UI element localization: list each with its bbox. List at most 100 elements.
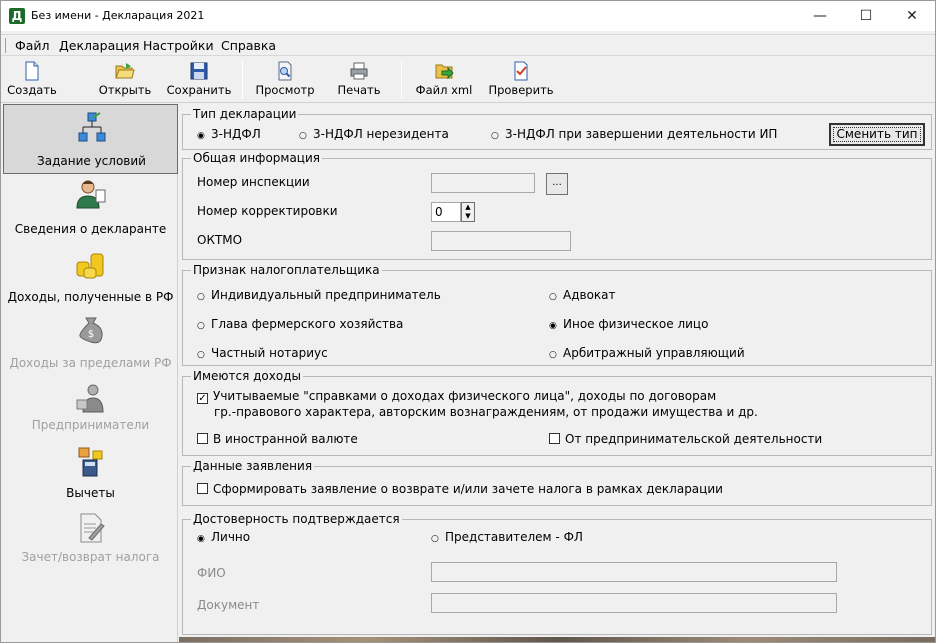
save-button[interactable]: Сохранить (164, 59, 234, 101)
income-main-checkbox[interactable]: ✓ Учитываемые "справками о доходах физиче… (197, 389, 716, 404)
preview-icon (278, 61, 292, 81)
minimize-button[interactable]: — (797, 1, 843, 31)
sidebar-item-income-abroad[interactable]: $ Доходы за пределами РФ (3, 310, 178, 380)
sidebar-label: Доходы, полученные в РФ (7, 290, 174, 304)
sidebar-label: Вычеты (66, 486, 115, 500)
radio-label: Индивидуальный предприниматель (211, 288, 441, 302)
business-income-checkbox[interactable]: От предпринимательской деятельности (549, 432, 822, 446)
entrepreneur-icon (76, 384, 104, 413)
application-group: Данные заявления Сформировать заявление … (182, 459, 932, 506)
check-document-icon (514, 61, 528, 81)
oktmo-label: ОКТМО (197, 233, 243, 247)
foreign-currency-checkbox[interactable]: В иностранной валюте (197, 432, 358, 446)
printer-icon (350, 62, 368, 80)
radio-lawyer[interactable]: ○ Адвокат (549, 288, 616, 302)
menu-declaration[interactable]: Декларация (59, 38, 139, 53)
radio-farm-head[interactable]: ○ Глава фермерского хозяйства (197, 317, 403, 331)
income-title: Имеются доходы (191, 369, 303, 383)
correction-input[interactable]: 0 (431, 202, 461, 222)
close-button[interactable]: ✕ (889, 1, 935, 31)
radio-unchecked-icon: ○ (549, 292, 557, 302)
radio-label: Арбитражный управляющий (563, 346, 745, 360)
menu-settings[interactable]: Настройки (143, 38, 214, 53)
tax-refund-icon (80, 513, 105, 543)
taxpayer-title: Признак налогоплательщика (191, 263, 382, 277)
fio-label: ФИО (197, 566, 226, 580)
radio-label: 3-НДФЛ при завершении деятельности ИП (505, 127, 778, 141)
income-main-line1: Учитываемые "справками о доходах физичес… (213, 389, 717, 403)
radio-notary[interactable]: ○ Частный нотариус (197, 346, 328, 360)
declaration-type-title: Тип декларации (191, 107, 299, 121)
radio-3ndfl[interactable]: ◉ 3-НДФЛ (197, 127, 261, 141)
radio-label: Представителем - ФЛ (445, 530, 583, 544)
radio-representative[interactable]: ○ Представителем - ФЛ (431, 530, 583, 544)
radio-unchecked-icon: ○ (491, 131, 499, 141)
sidebar-label: Зачет/возврат налога (21, 550, 160, 564)
sidebar-label: Предприниматели (31, 418, 150, 432)
new-document-icon (25, 61, 39, 81)
radio-nonresident[interactable]: ○ 3-НДФЛ нерезидента (299, 127, 449, 141)
title-bar: Д Без имени - Декларация 2021 — ☐ ✕ (1, 1, 935, 31)
deductions-icon (78, 447, 103, 477)
toolbar: Создать Открыть Сохранить Просмотр Печат… (1, 57, 935, 103)
menu-file[interactable]: Файл (15, 38, 50, 53)
conditions-diagram-icon (78, 112, 106, 142)
spin-up-icon: ▲ (465, 203, 471, 211)
sidebar-item-income-rf[interactable]: Доходы, полученные в РФ (3, 244, 178, 314)
open-button[interactable]: Открыть (95, 59, 155, 101)
person-icon (76, 180, 106, 209)
save-disk-icon (190, 62, 208, 80)
change-type-button[interactable]: Сменить тип (829, 123, 925, 146)
application-label: Сформировать заявление о возврате и/или … (213, 482, 723, 496)
inspection-browse-button[interactable]: ... (546, 173, 568, 195)
radio-checked-icon: ◉ (549, 321, 557, 331)
sidebar-item-declarant[interactable]: Сведения о декларанте (3, 176, 178, 246)
application-checkbox[interactable]: Сформировать заявление о возврате и/или … (197, 482, 723, 496)
create-button[interactable]: Создать (7, 59, 57, 101)
document-label: Документ (197, 598, 260, 612)
radio-arbitration-manager[interactable]: ○ Арбитражный управляющий (549, 346, 745, 360)
radio-label: 3-НДФЛ (211, 127, 261, 141)
checkbox-unchecked-icon (197, 483, 208, 494)
radio-unchecked-icon: ○ (431, 534, 439, 544)
radio-label: Адвокат (563, 288, 616, 302)
xml-file-button[interactable]: Файл xml (413, 59, 475, 101)
inspection-input[interactable] (431, 173, 535, 193)
toolbar-separator (401, 61, 402, 99)
oktmo-input[interactable] (431, 231, 571, 251)
print-label: Печать (337, 83, 381, 97)
inspection-label: Номер инспекции (197, 175, 310, 189)
correction-spinner[interactable]: ▲ ▼ (461, 202, 475, 222)
foreign-currency-label: В иностранной валюте (213, 432, 358, 446)
maximize-button[interactable]: ☐ (843, 1, 889, 31)
general-info-group: Общая информация Номер инспекции ... Ном… (182, 151, 932, 260)
general-info-title: Общая информация (191, 151, 322, 165)
radio-unchecked-icon: ○ (549, 350, 557, 360)
sidebar-item-conditions[interactable]: Задание условий (3, 104, 178, 174)
app-window: Д Без имени - Декларация 2021 — ☐ ✕ Файл… (0, 0, 936, 643)
radio-individual-entrepreneur[interactable]: ○ Индивидуальный предприниматель (197, 288, 441, 302)
checkbox-unchecked-icon (197, 433, 208, 444)
check-button[interactable]: Проверить (485, 59, 557, 101)
radio-personal[interactable]: ◉ Лично (197, 530, 250, 544)
radio-ip-termination[interactable]: ○ 3-НДФЛ при завершении деятельности ИП (491, 127, 777, 141)
fio-input[interactable] (431, 562, 837, 582)
sidebar-label: Сведения о декларанте (14, 222, 167, 236)
radio-label: 3-НДФЛ нерезидента (313, 127, 449, 141)
correction-label: Номер корректировки (197, 204, 338, 218)
checkbox-unchecked-icon (549, 433, 560, 444)
svg-text:$: $ (88, 329, 94, 340)
sidebar-item-tax-refund[interactable]: Зачет/возврат налога (3, 510, 178, 580)
xml-file-icon (435, 64, 454, 80)
menu-help[interactable]: Справка (221, 38, 276, 53)
radio-other-individual[interactable]: ◉ Иное физическое лицо (549, 317, 708, 331)
sidebar-item-entrepreneurs[interactable]: Предприниматели (3, 378, 178, 448)
sidebar-item-deductions[interactable]: Вычеты (3, 444, 178, 514)
print-button[interactable]: Печать (331, 59, 387, 101)
toolbar-separator (242, 61, 243, 99)
open-folder-icon (115, 63, 135, 79)
radio-unchecked-icon: ○ (299, 131, 307, 141)
document-input[interactable] (431, 593, 837, 613)
taxpayer-group: Признак налогоплательщика ○ Индивидуальны… (182, 263, 932, 366)
preview-button[interactable]: Просмотр (251, 59, 319, 101)
